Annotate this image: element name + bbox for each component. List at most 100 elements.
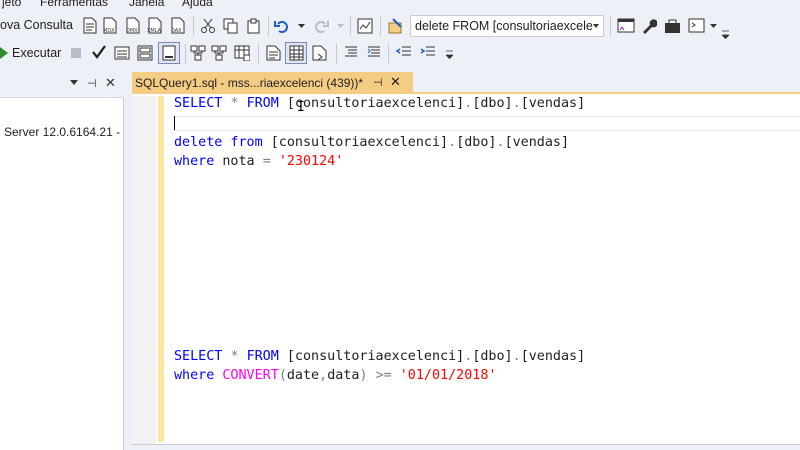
menu-item-janela[interactable]: Janela	[129, 0, 164, 9]
query-history-value: delete FROM [consultoriaexcele	[415, 19, 593, 33]
customize-dropdown-icon[interactable]	[710, 24, 717, 29]
menu-bar: jeto Ferramentas Janela Ajuda	[0, 0, 800, 10]
code-token-kw: where	[174, 368, 215, 383]
code-token-plain: [vendas]	[520, 96, 586, 111]
execute-button[interactable]: Executar	[12, 46, 61, 60]
svg-text:DAX: DAX	[171, 28, 182, 34]
document-tab-strip: SQLQuery1.sql - mss...riaexcelenci (439)…	[132, 68, 800, 94]
undo-dropdown-icon[interactable]	[298, 24, 305, 29]
code-token-kw: SELECT	[174, 96, 223, 111]
code-line[interactable]: where CONVERT(date,data) >= '01/01/2018'	[174, 368, 497, 383]
menu-item-projeto[interactable]: jeto	[2, 0, 21, 9]
toolbar2-overflow-icon[interactable]	[446, 50, 453, 59]
decrease-indent-icon[interactable]	[396, 45, 412, 59]
code-token-op: .	[512, 96, 521, 111]
panel-menu-chevron-icon[interactable]	[70, 80, 78, 85]
svg-text:DMX: DMX	[126, 28, 138, 34]
dax-query-icon[interactable]: DAX	[169, 17, 187, 34]
solution-explorer-icon[interactable]	[617, 18, 635, 35]
uncomment-lines-icon[interactable]	[367, 45, 381, 59]
tab-title: SQLQuery1.sql - mss...riaexcelenci (439)…	[135, 76, 364, 90]
stop-icon[interactable]	[71, 48, 81, 58]
object-explorer-panel: ⊣ ✕ Server 12.0.6164.21 -	[0, 68, 124, 450]
change-tracking-margin	[158, 96, 164, 442]
new-query-button[interactable]: ova Consulta	[0, 18, 73, 32]
code-token-plain: nota	[214, 154, 263, 169]
results-to-file-icon[interactable]	[312, 45, 328, 61]
include-actual-plan-icon[interactable]	[190, 45, 206, 61]
mdx-query-icon[interactable]: MDX	[101, 17, 119, 34]
toolbox-icon[interactable]	[664, 18, 681, 34]
cut-icon[interactable]	[200, 18, 216, 34]
close-icon[interactable]: ✕	[105, 75, 116, 91]
editor-gutter	[132, 96, 156, 450]
code-token-plain: data	[327, 368, 360, 383]
code-token-op: *	[230, 349, 239, 364]
client-statistics-icon[interactable]	[234, 45, 250, 61]
chevron-down-icon[interactable]	[593, 24, 599, 28]
code-token-str: '230124'	[278, 154, 344, 169]
code-line[interactable]: where nota = '230124'	[174, 154, 343, 169]
code-token-kw: FROM	[246, 96, 279, 111]
undo-icon[interactable]	[274, 18, 290, 34]
query-history-combo[interactable]: delete FROM [consultoriaexcele	[410, 15, 604, 37]
redo-dropdown-icon[interactable]	[337, 24, 344, 29]
execute-icon[interactable]	[0, 47, 10, 59]
properties-wrench-icon[interactable]	[641, 18, 657, 34]
code-token-kw: delete	[174, 135, 223, 150]
xmla-query-icon[interactable]: XMLA	[146, 17, 164, 34]
code-line[interactable]: SELECT * FROM [consultoriaexcelenci].[db…	[174, 96, 585, 111]
paste-icon[interactable]	[246, 18, 262, 34]
code-token-op: (	[278, 368, 287, 383]
parse-checkmark-icon[interactable]	[92, 45, 106, 59]
current-line-highlight	[172, 116, 800, 131]
code-line[interactable]: delete from [consultoriaexcelenci].[dbo]…	[174, 135, 569, 150]
code-token-kw: FROM	[246, 349, 279, 364]
code-token-plain: [dbo]	[456, 135, 497, 150]
increase-indent-icon[interactable]	[420, 45, 436, 59]
tab-pin-icon[interactable]: ⊣	[373, 76, 383, 89]
code-token-fn: CONVERT	[222, 368, 279, 383]
results-to-text-icon[interactable]	[266, 45, 281, 61]
sql-editor[interactable]: SELECT * FROM [consultoriaexcelenci].[db…	[132, 96, 800, 450]
code-token-plain: [vendas]	[504, 135, 570, 150]
panel-splitter[interactable]	[124, 68, 132, 450]
code-token-plain: [vendas]	[520, 349, 586, 364]
new-db-query-icon[interactable]	[82, 17, 98, 34]
comment-lines-icon[interactable]	[344, 45, 358, 59]
code-token-kw: from	[230, 135, 263, 150]
server-tree-node[interactable]: Server 12.0.6164.21 -	[4, 125, 120, 139]
code-token-op: =	[262, 154, 271, 169]
redo-icon[interactable]	[313, 18, 329, 34]
editor-status-bar	[132, 444, 800, 450]
pin-icon[interactable]: ⊣	[87, 77, 97, 90]
display-plan-icon[interactable]	[114, 45, 130, 61]
svg-text:MDX: MDX	[103, 28, 115, 34]
menu-item-ferramentas[interactable]: Ferramentas	[40, 0, 108, 9]
mouse-ibeam-cursor: I	[297, 100, 305, 115]
code-token-op: >=	[375, 368, 392, 383]
dmx-query-icon[interactable]: DMX	[124, 17, 142, 34]
code-token-plain: [consultoriaexcelenci]	[278, 349, 465, 364]
sql-editor-toolbar: Executar	[0, 40, 800, 68]
activity-monitor-icon[interactable]	[357, 18, 373, 34]
tab-sqlquery1[interactable]: SQLQuery1.sql - mss...riaexcelenci (439)…	[132, 72, 413, 94]
tab-close-icon[interactable]: ✕	[390, 74, 401, 90]
intellisense-icon	[162, 45, 176, 61]
results-to-grid-icon	[289, 45, 304, 61]
command-window-icon[interactable]	[688, 18, 705, 34]
copy-icon[interactable]	[223, 18, 239, 34]
find-in-files-icon[interactable]	[388, 18, 404, 34]
code-token-plain: [consultoriaexcelenci]	[278, 96, 465, 111]
code-line[interactable]: SELECT * FROM [consultoriaexcelenci].[db…	[174, 349, 585, 364]
query-options-icon[interactable]	[137, 45, 153, 61]
code-token-plain: [dbo]	[472, 96, 513, 111]
code-token-op: .	[496, 135, 505, 150]
menu-item-ajuda[interactable]: Ajuda	[182, 0, 213, 9]
live-query-stats-icon[interactable]	[211, 45, 227, 61]
toolbar-overflow-icon[interactable]	[722, 30, 729, 39]
code-token-kw: SELECT	[174, 349, 223, 364]
